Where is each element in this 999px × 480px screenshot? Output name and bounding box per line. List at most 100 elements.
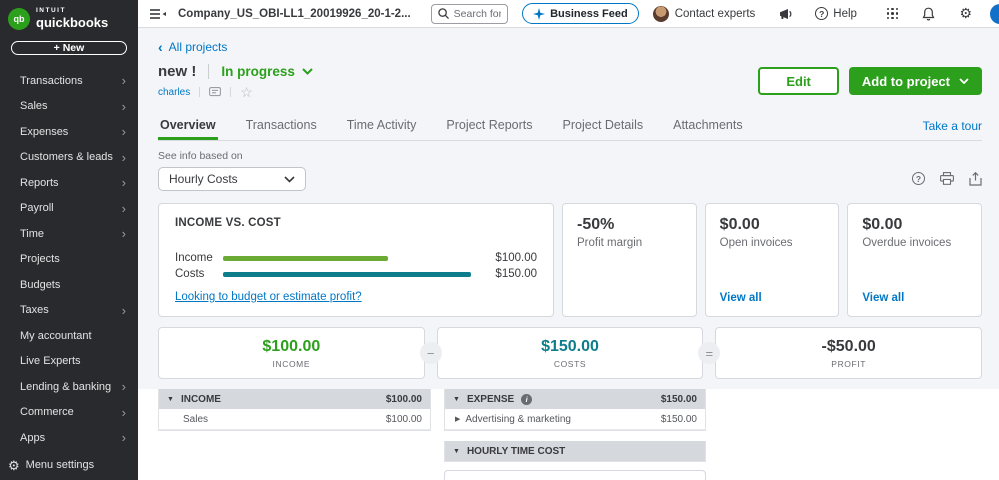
status-dropdown[interactable]: In progress <box>221 64 313 79</box>
summary-profit-card: -$50.00 PROFIT <box>715 327 982 379</box>
tab-project-reports[interactable]: Project Reports <box>444 112 534 140</box>
sidebar-item-live-experts[interactable]: Live Experts <box>0 349 138 375</box>
hourly-time-cost-header[interactable]: ▼ HOURLY TIME COST <box>445 441 705 461</box>
search-box[interactable] <box>431 4 508 24</box>
sidebar-item-label: Taxes <box>20 304 49 316</box>
sidebar-item-commerce[interactable]: Commerce› <box>0 400 138 426</box>
take-a-tour-link[interactable]: Take a tour <box>923 119 982 133</box>
customer-link[interactable]: charles <box>158 87 190 98</box>
overview-cards: INCOME VS. COST Income $100.00 Costs $15… <box>158 203 982 317</box>
sidebar-item-apps[interactable]: Apps› <box>0 425 138 451</box>
tab-attachments[interactable]: Attachments <box>671 112 744 140</box>
add-to-project-label: Add to project <box>862 74 950 89</box>
info-basis-label: See info based on <box>158 150 306 162</box>
apps-grid-icon[interactable] <box>887 8 899 20</box>
business-feed-label: Business Feed <box>550 8 628 20</box>
sidebar: qb INTUIT quickbooks + New Transactions›… <box>0 0 138 480</box>
company-name[interactable]: Company_US_OBI-LL1_20019926_20-1-2... <box>178 8 411 20</box>
gear-icon: ⚙ <box>8 459 20 472</box>
sidebar-item-my-accountant[interactable]: My accountant <box>0 323 138 349</box>
business-feed-button[interactable]: Business Feed <box>522 3 639 24</box>
gear-icon[interactable]: ⚙ <box>959 5 972 22</box>
summary-costs-label: COSTS <box>554 359 586 369</box>
open-invoices-label: Open invoices <box>720 237 825 249</box>
sidebar-item-payroll[interactable]: Payroll › <box>0 196 138 222</box>
tab-overview[interactable]: Overview <box>158 112 218 140</box>
tab-project-details[interactable]: Project Details <box>561 112 646 140</box>
info-icon[interactable]: i <box>521 394 532 405</box>
chevron-right-icon: › <box>122 151 126 164</box>
new-button[interactable]: + New <box>11 41 127 55</box>
tab-transactions[interactable]: Transactions <box>244 112 319 140</box>
info-basis-select[interactable]: Hourly Costs <box>158 167 306 191</box>
income-cost-bars: Income $100.00 Costs $150.00 <box>175 250 537 282</box>
table-row[interactable]: Sales $100.00 <box>159 409 430 430</box>
sidebar-item-label: My accountant <box>20 330 92 342</box>
hourly-header-label: HOURLY TIME COST <box>467 446 565 457</box>
profile-avatar[interactable] <box>990 4 999 24</box>
printer-icon[interactable] <box>940 172 954 186</box>
breadcrumb[interactable]: ‹ All projects <box>158 40 227 54</box>
chevron-right-icon: › <box>122 202 126 215</box>
overdue-invoices-value: $0.00 <box>862 216 967 234</box>
note-icon[interactable] <box>209 87 221 98</box>
chevron-right-icon: › <box>122 304 126 317</box>
sidebar-item-reports[interactable]: Reports› <box>0 170 138 196</box>
page-title: new ! <box>158 63 196 80</box>
project-header: new ! In progress charles <box>158 63 982 99</box>
menu-settings-label: Menu settings <box>26 459 94 471</box>
sidebar-item-lending-banking[interactable]: Lending & banking› <box>0 374 138 400</box>
expense-table-header[interactable]: ▼ EXPENSE i $150.00 <box>445 389 705 409</box>
bar-amount: $100.00 <box>485 252 537 264</box>
contact-experts-button[interactable]: Contact experts <box>653 6 756 22</box>
sidebar-item-time[interactable]: Time › <box>0 221 138 247</box>
costs-bar <box>223 272 471 277</box>
table-row[interactable]: ▶ Advertising & marketing $150.00 <box>445 409 705 430</box>
sidebar-item-budgets[interactable]: Budgets <box>0 272 138 298</box>
star-icon[interactable]: ☆ <box>240 85 253 99</box>
summary-costs-value: $150.00 <box>541 338 599 356</box>
detail-tables-section: ▼ INCOME $100.00 Sales $100.00 <box>138 389 999 480</box>
search-icon <box>438 8 449 19</box>
sidebar-item-expenses[interactable]: Expenses› <box>0 119 138 145</box>
megaphone-icon[interactable] <box>779 8 793 20</box>
export-icon[interactable] <box>969 172 982 186</box>
income-vs-cost-card: INCOME VS. COST Income $100.00 Costs $15… <box>158 203 554 317</box>
search-input[interactable] <box>454 8 501 20</box>
sidebar-item-projects[interactable]: Projects <box>0 247 138 273</box>
income-table-header[interactable]: ▼ INCOME $100.00 <box>159 389 430 409</box>
profit-margin-value: -50% <box>577 216 682 234</box>
chevron-right-icon: › <box>122 227 126 240</box>
quickbooks-app: qb INTUIT quickbooks + New Transactions›… <box>0 0 999 480</box>
sidebar-item-label: Customers & leads <box>20 151 113 163</box>
add-to-project-button[interactable]: Add to project <box>849 67 982 95</box>
tab-time-activity[interactable]: Time Activity <box>345 112 419 140</box>
info-basis-value: Hourly Costs <box>169 172 238 186</box>
card-title: INCOME VS. COST <box>175 217 537 229</box>
budget-estimate-link[interactable]: Looking to budget or estimate profit? <box>175 291 362 303</box>
help-button[interactable]: ? Help <box>815 7 857 20</box>
overdue-invoices-card: $0.00 Overdue invoices View all <box>847 203 982 317</box>
sidebar-item-transactions[interactable]: Transactions› <box>0 68 138 94</box>
profit-margin-label: Profit margin <box>577 237 682 249</box>
sidebar-item-sales[interactable]: Sales› <box>0 94 138 120</box>
hamburger-collapse-icon[interactable] <box>150 8 166 20</box>
open-invoices-view-all-link[interactable]: View all <box>720 292 762 304</box>
sidebar-item-taxes[interactable]: Taxes › <box>0 298 138 324</box>
sidebar-item-customers-leads[interactable]: Customers & leads › <box>0 145 138 171</box>
hourly-time-cost-table: ▼ HOURLY TIME COST <box>444 441 706 462</box>
edit-button[interactable]: Edit <box>758 67 839 95</box>
expert-avatar <box>653 6 669 22</box>
question-circle-icon[interactable]: ? <box>912 172 925 185</box>
sidebar-item-label: Payroll <box>20 202 54 214</box>
bar-amount: $150.00 <box>485 268 537 280</box>
overdue-invoices-view-all-link[interactable]: View all <box>862 292 904 304</box>
sidebar-item-label: Sales <box>20 100 48 112</box>
bell-icon[interactable] <box>922 7 935 21</box>
project-page: ‹ All projects new ! In progress charles <box>138 28 999 480</box>
menu-settings-button[interactable]: ⚙ Menu settings <box>0 451 138 480</box>
qb-logo-icon: qb <box>8 8 30 30</box>
sidebar-item-label: Time <box>20 228 44 240</box>
chevron-down-icon <box>284 176 295 183</box>
row-amount: $150.00 <box>661 414 697 425</box>
